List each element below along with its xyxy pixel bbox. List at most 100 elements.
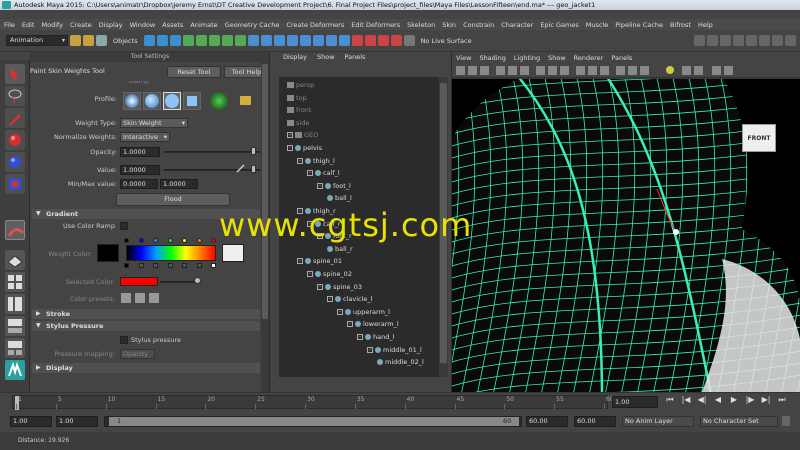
playback-end-field[interactable]: 60.00 [526,416,568,427]
menu-skin[interactable]: Skin [442,21,456,29]
select-component-icon[interactable] [169,35,181,46]
viewport-menu-panels[interactable]: Panels [611,52,632,64]
selected-color-swatch[interactable] [120,277,158,286]
menu-pipeline-cache[interactable]: Pipeline Cache [615,21,663,29]
ramp-bottom-marker[interactable] [182,263,187,268]
menu-create[interactable]: Create [70,21,92,29]
collapse-icon[interactable]: - [287,145,293,151]
snap-plane-magnet-icon[interactable] [390,35,402,46]
select-hierarchy-icon[interactable] [143,35,155,46]
menu-bifrost[interactable]: Bifrost [670,21,691,29]
persp-outliner-layout-icon[interactable] [5,294,25,314]
lasso-tool-icon[interactable] [5,86,25,106]
menu-file[interactable]: File [4,21,15,29]
snap-view-icon[interactable] [221,35,233,46]
open-scene-icon[interactable] [83,35,94,46]
ramp-top-marker[interactable] [124,238,129,243]
single-perspective-layout-icon[interactable] [5,250,25,270]
outliner-item[interactable]: - lowerarm_l [347,319,399,329]
normalize-weights-dropdown[interactable]: Interactive ▾ [120,132,170,142]
persp-hypershade-layout-icon[interactable] [5,338,25,358]
outliner-item[interactable]: - pelvis [287,143,322,153]
collapse-icon[interactable]: - [297,258,303,265]
snap-curve-icon[interactable] [195,35,207,46]
step-back-frame-icon[interactable]: ◀| [696,394,708,406]
menu-edit-deformers[interactable]: Edit Deformers [351,21,400,29]
play-forward-icon[interactable]: ▶ [728,394,740,406]
select-object-icon[interactable] [156,35,168,46]
stylus-pressure-section-header[interactable]: ▼ Stylus Pressure [32,321,260,331]
paint-select-tool-icon[interactable] [5,108,25,128]
collapse-icon[interactable]: - [297,157,303,164]
color-preset-1[interactable] [120,292,132,304]
snap-point-magnet-icon[interactable] [377,35,389,46]
weight-type-dropdown[interactable]: Skin Weight ▾ [120,118,188,128]
ramp-top-marker[interactable] [182,238,187,243]
menu-assets[interactable]: Assets [162,21,183,29]
animation-end-field[interactable]: 60.00 [574,416,616,427]
snap-surface-icon[interactable] [234,35,246,46]
ipr-render-icon[interactable] [707,35,718,46]
keyframe-prefs-icon[interactable] [782,416,790,426]
collapse-icon[interactable]: - [337,308,343,315]
menu-character[interactable]: Character [501,21,533,29]
mask-joints-icon[interactable] [260,35,272,46]
scale-tool-icon[interactable] [5,174,25,194]
ramp-bottom-marker[interactable] [167,263,173,268]
menu-skeleton[interactable]: Skeleton [407,21,435,29]
anim-layer-dropdown[interactable]: No Anim Layer [622,416,694,427]
color-picker-icon[interactable] [236,163,246,173]
playback-start-field[interactable]: 1.00 [56,416,98,427]
outliner-item[interactable]: - spine_01 [297,256,342,266]
stroke-section-header[interactable]: ▶ Stroke [32,309,260,319]
step-forward-frame-icon[interactable]: |▶ [744,394,756,406]
ramp-top-marker[interactable] [196,238,202,243]
snap-point-icon[interactable] [208,35,220,46]
collapse-icon[interactable]: - [357,334,363,340]
menu-animate[interactable]: Animate [190,21,217,29]
collapse-icon[interactable]: - [367,346,373,353]
viewport-menu-renderer[interactable]: Renderer [574,52,604,64]
ramp-selected-swatch[interactable] [222,244,244,262]
menu-display[interactable]: Display [99,21,123,29]
outliner-item[interactable]: + GEO [287,130,318,140]
character-set-dropdown[interactable]: No Character Set [700,416,778,427]
weight-color-ramp[interactable] [126,245,216,261]
viewport-menu-shading[interactable]: Shading [479,52,505,64]
outliner-item[interactable]: - thigh_l [297,156,335,166]
viewport-menu-show[interactable]: Show [548,52,566,64]
outliner-item[interactable]: middle_02_l [377,357,424,367]
four-view-layout-icon[interactable] [5,272,25,292]
move-tool-icon[interactable] [5,130,25,150]
ramp-top-marker[interactable] [138,238,144,243]
outliner-item[interactable]: - calf_l [307,168,340,178]
selected-color-slider[interactable] [160,281,198,283]
step-forward-key-icon[interactable]: ▶| [760,394,772,406]
folder-icon[interactable] [240,96,251,105]
opacity-slider[interactable] [164,151,260,153]
mask-surfaces-icon[interactable] [286,35,298,46]
menu-muscle[interactable]: Muscle [586,21,609,29]
expand-icon[interactable]: + [287,132,293,139]
step-back-key-icon[interactable]: |◀ [680,394,692,406]
ramp-top-marker[interactable] [153,238,158,243]
play-backward-icon[interactable]: ◀ [712,394,724,406]
pressure-mapping-dropdown[interactable]: Opacity [120,349,155,359]
value-slider-knob[interactable] [251,165,257,173]
ramp-bottom-marker[interactable] [196,263,202,268]
viewport-menu-view[interactable]: View [456,52,471,64]
go-to-end-icon[interactable]: ⏭ [776,394,788,406]
outliner-item[interactable]: front [287,105,311,115]
collapse-icon[interactable]: - [317,283,323,290]
flood-button[interactable]: Flood [116,193,230,206]
menu-epic-games[interactable]: Epic Games [540,21,578,29]
save-scene-icon[interactable] [96,35,107,46]
menu-help[interactable]: Help [698,21,713,29]
use-color-ramp-checkbox[interactable] [120,222,128,230]
select-tool-icon[interactable] [5,64,25,84]
profile-gaussian-button[interactable] [123,92,141,110]
outliner-item[interactable]: side [287,118,309,128]
maya-logo-tool-icon[interactable] [5,360,25,380]
tool-settings-toggle-icon[interactable] [772,35,783,46]
attribute-editor-toggle-icon[interactable] [759,35,770,46]
